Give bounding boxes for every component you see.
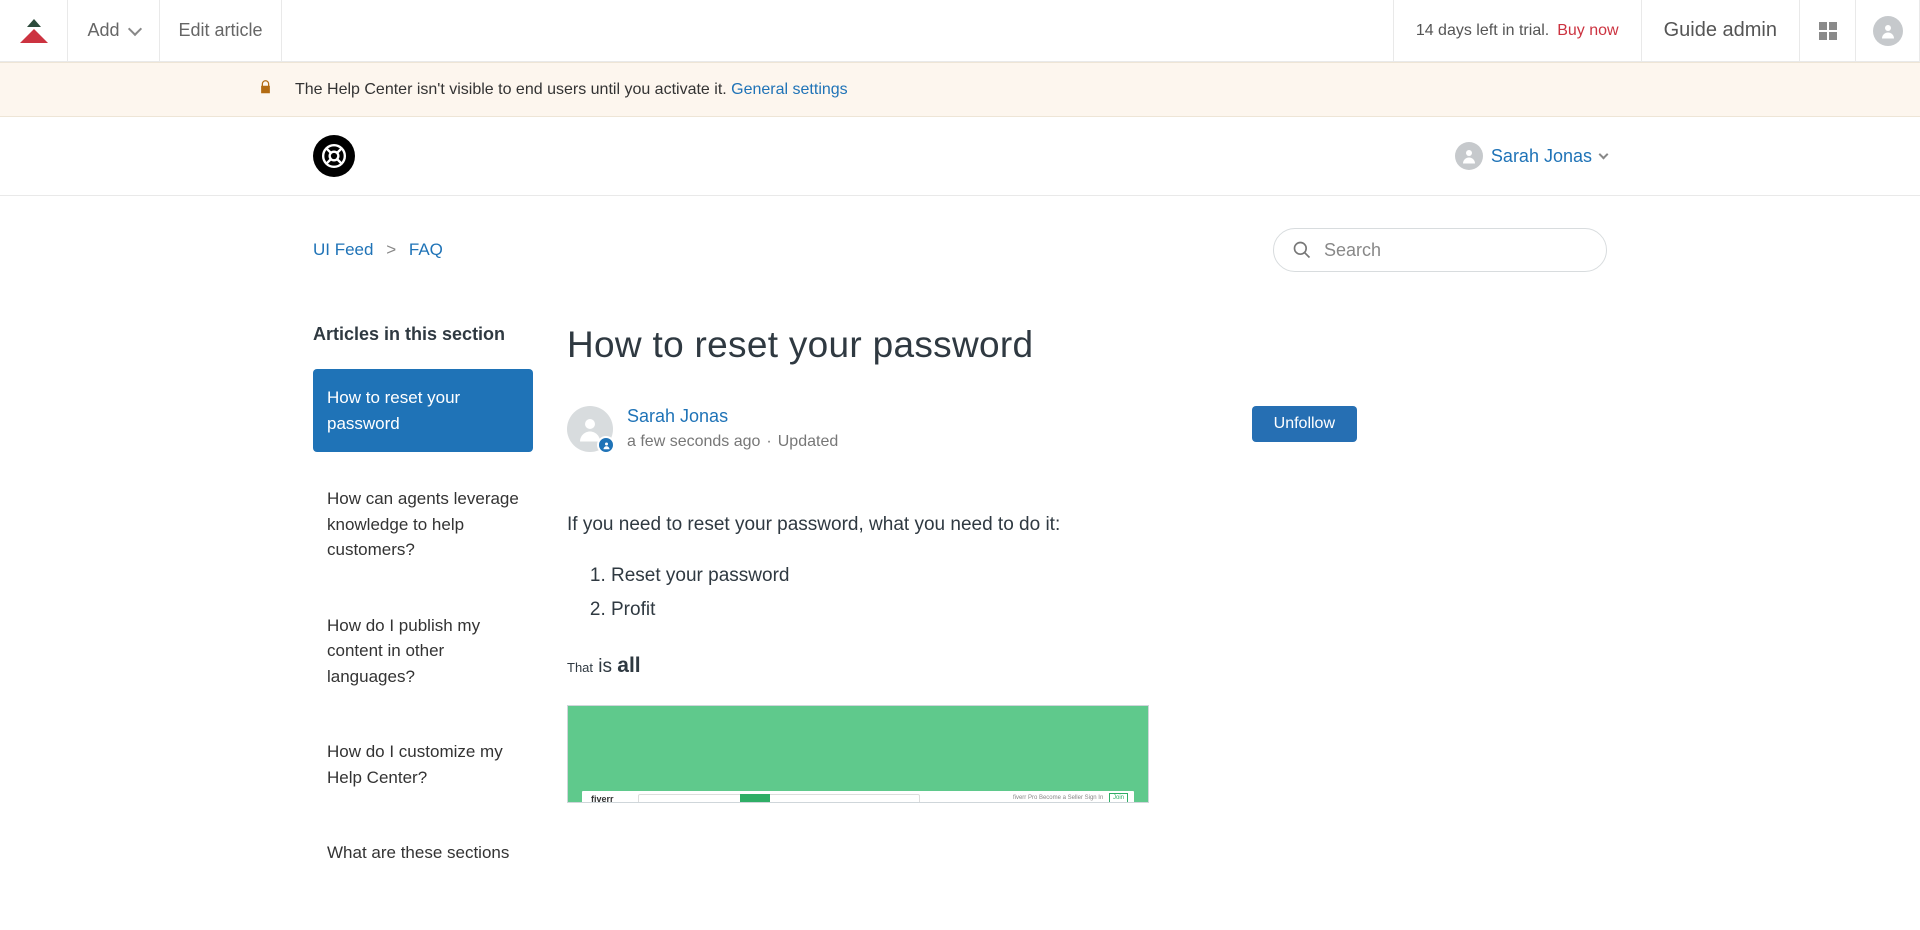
fake-search-button-icon	[740, 794, 770, 803]
general-settings-link[interactable]: General settings	[731, 81, 848, 98]
avatar-icon	[1873, 16, 1903, 46]
activation-notice: The Help Center isn't visible to end use…	[0, 62, 1920, 117]
sidebar-item-reset-password[interactable]: How to reset your password	[313, 369, 533, 452]
article-meta-row: Sarah Jonas a few seconds ago·Updated Un…	[567, 406, 1357, 452]
main-columns: Articles in this section How to reset yo…	[313, 324, 1607, 882]
breadcrumb: UI Feed > FAQ	[313, 240, 443, 260]
step-item: Profit	[611, 595, 1357, 624]
user-name: Sarah Jonas	[1491, 146, 1592, 167]
unfollow-button[interactable]: Unfollow	[1252, 406, 1357, 442]
admin-avatar-button[interactable]	[1856, 0, 1920, 61]
zendesk-logo[interactable]	[0, 0, 68, 61]
article-steps: Reset your password Profit	[611, 561, 1357, 624]
apps-icon	[1819, 22, 1837, 40]
add-label: Add	[87, 20, 119, 41]
sidebar-item-publish-languages[interactable]: How do I publish my content in other lan…	[313, 597, 533, 706]
user-avatar-icon	[1455, 142, 1483, 170]
sidebar: Articles in this section How to reset yo…	[313, 324, 533, 882]
chevron-down-icon	[1599, 149, 1609, 159]
sidebar-title: Articles in this section	[313, 324, 533, 345]
author-name-link[interactable]: Sarah Jonas	[627, 406, 838, 427]
fake-site-bar: fiverr fiverr Pro Become a Seller Sign I…	[582, 791, 1134, 803]
step-item: Reset your password	[611, 561, 1357, 590]
lifebuoy-icon	[321, 143, 347, 169]
article-closing: That is all	[567, 650, 1357, 683]
help-center-logo[interactable]	[313, 135, 355, 177]
author-avatar	[567, 406, 613, 452]
admin-bar-spacer	[282, 0, 1394, 61]
trial-text: 14 days left in trial.	[1416, 22, 1549, 40]
article-title: How to reset your password	[567, 324, 1357, 366]
author-block: Sarah Jonas a few seconds ago·Updated	[567, 406, 838, 452]
search-icon	[1292, 240, 1312, 260]
logo-icon	[20, 19, 48, 43]
page: UI Feed > FAQ Articles in this section H…	[313, 196, 1607, 882]
hc-header: Sarah Jonas	[0, 117, 1920, 196]
embedded-screenshot: fiverr fiverr Pro Become a Seller Sign I…	[567, 705, 1149, 803]
user-menu[interactable]: Sarah Jonas	[1455, 142, 1607, 170]
trial-info: 14 days left in trial. Buy now	[1394, 0, 1642, 61]
search-input[interactable]	[1324, 240, 1588, 261]
lock-icon	[258, 78, 273, 101]
apps-menu-button[interactable]	[1800, 0, 1856, 61]
article-intro: If you need to reset your password, what…	[567, 510, 1357, 539]
top-row: UI Feed > FAQ	[313, 228, 1607, 272]
chevron-down-icon	[127, 21, 141, 35]
breadcrumb-separator: >	[386, 240, 396, 259]
sidebar-item-sections[interactable]: What are these sections	[313, 824, 533, 882]
article-meta: a few seconds ago·Updated	[627, 433, 838, 451]
sidebar-item-agents-knowledge[interactable]: How can agents leverage knowledge to hel…	[313, 470, 533, 579]
breadcrumb-root[interactable]: UI Feed	[313, 240, 373, 259]
buy-now-link[interactable]: Buy now	[1557, 22, 1618, 40]
sidebar-item-customize-hc[interactable]: How do I customize my Help Center?	[313, 723, 533, 806]
guide-admin-link[interactable]: Guide admin	[1642, 0, 1800, 61]
add-dropdown[interactable]: Add	[68, 0, 160, 61]
agent-badge-icon	[597, 436, 615, 454]
search-box[interactable]	[1273, 228, 1607, 272]
article-body: If you need to reset your password, what…	[567, 510, 1357, 803]
notice-text: The Help Center isn't visible to end use…	[295, 81, 848, 99]
breadcrumb-section[interactable]: FAQ	[409, 240, 443, 259]
article: How to reset your password Sarah Jonas a…	[567, 324, 1357, 803]
admin-bar: Add Edit article 14 days left in trial. …	[0, 0, 1920, 62]
edit-article-button[interactable]: Edit article	[160, 0, 282, 61]
